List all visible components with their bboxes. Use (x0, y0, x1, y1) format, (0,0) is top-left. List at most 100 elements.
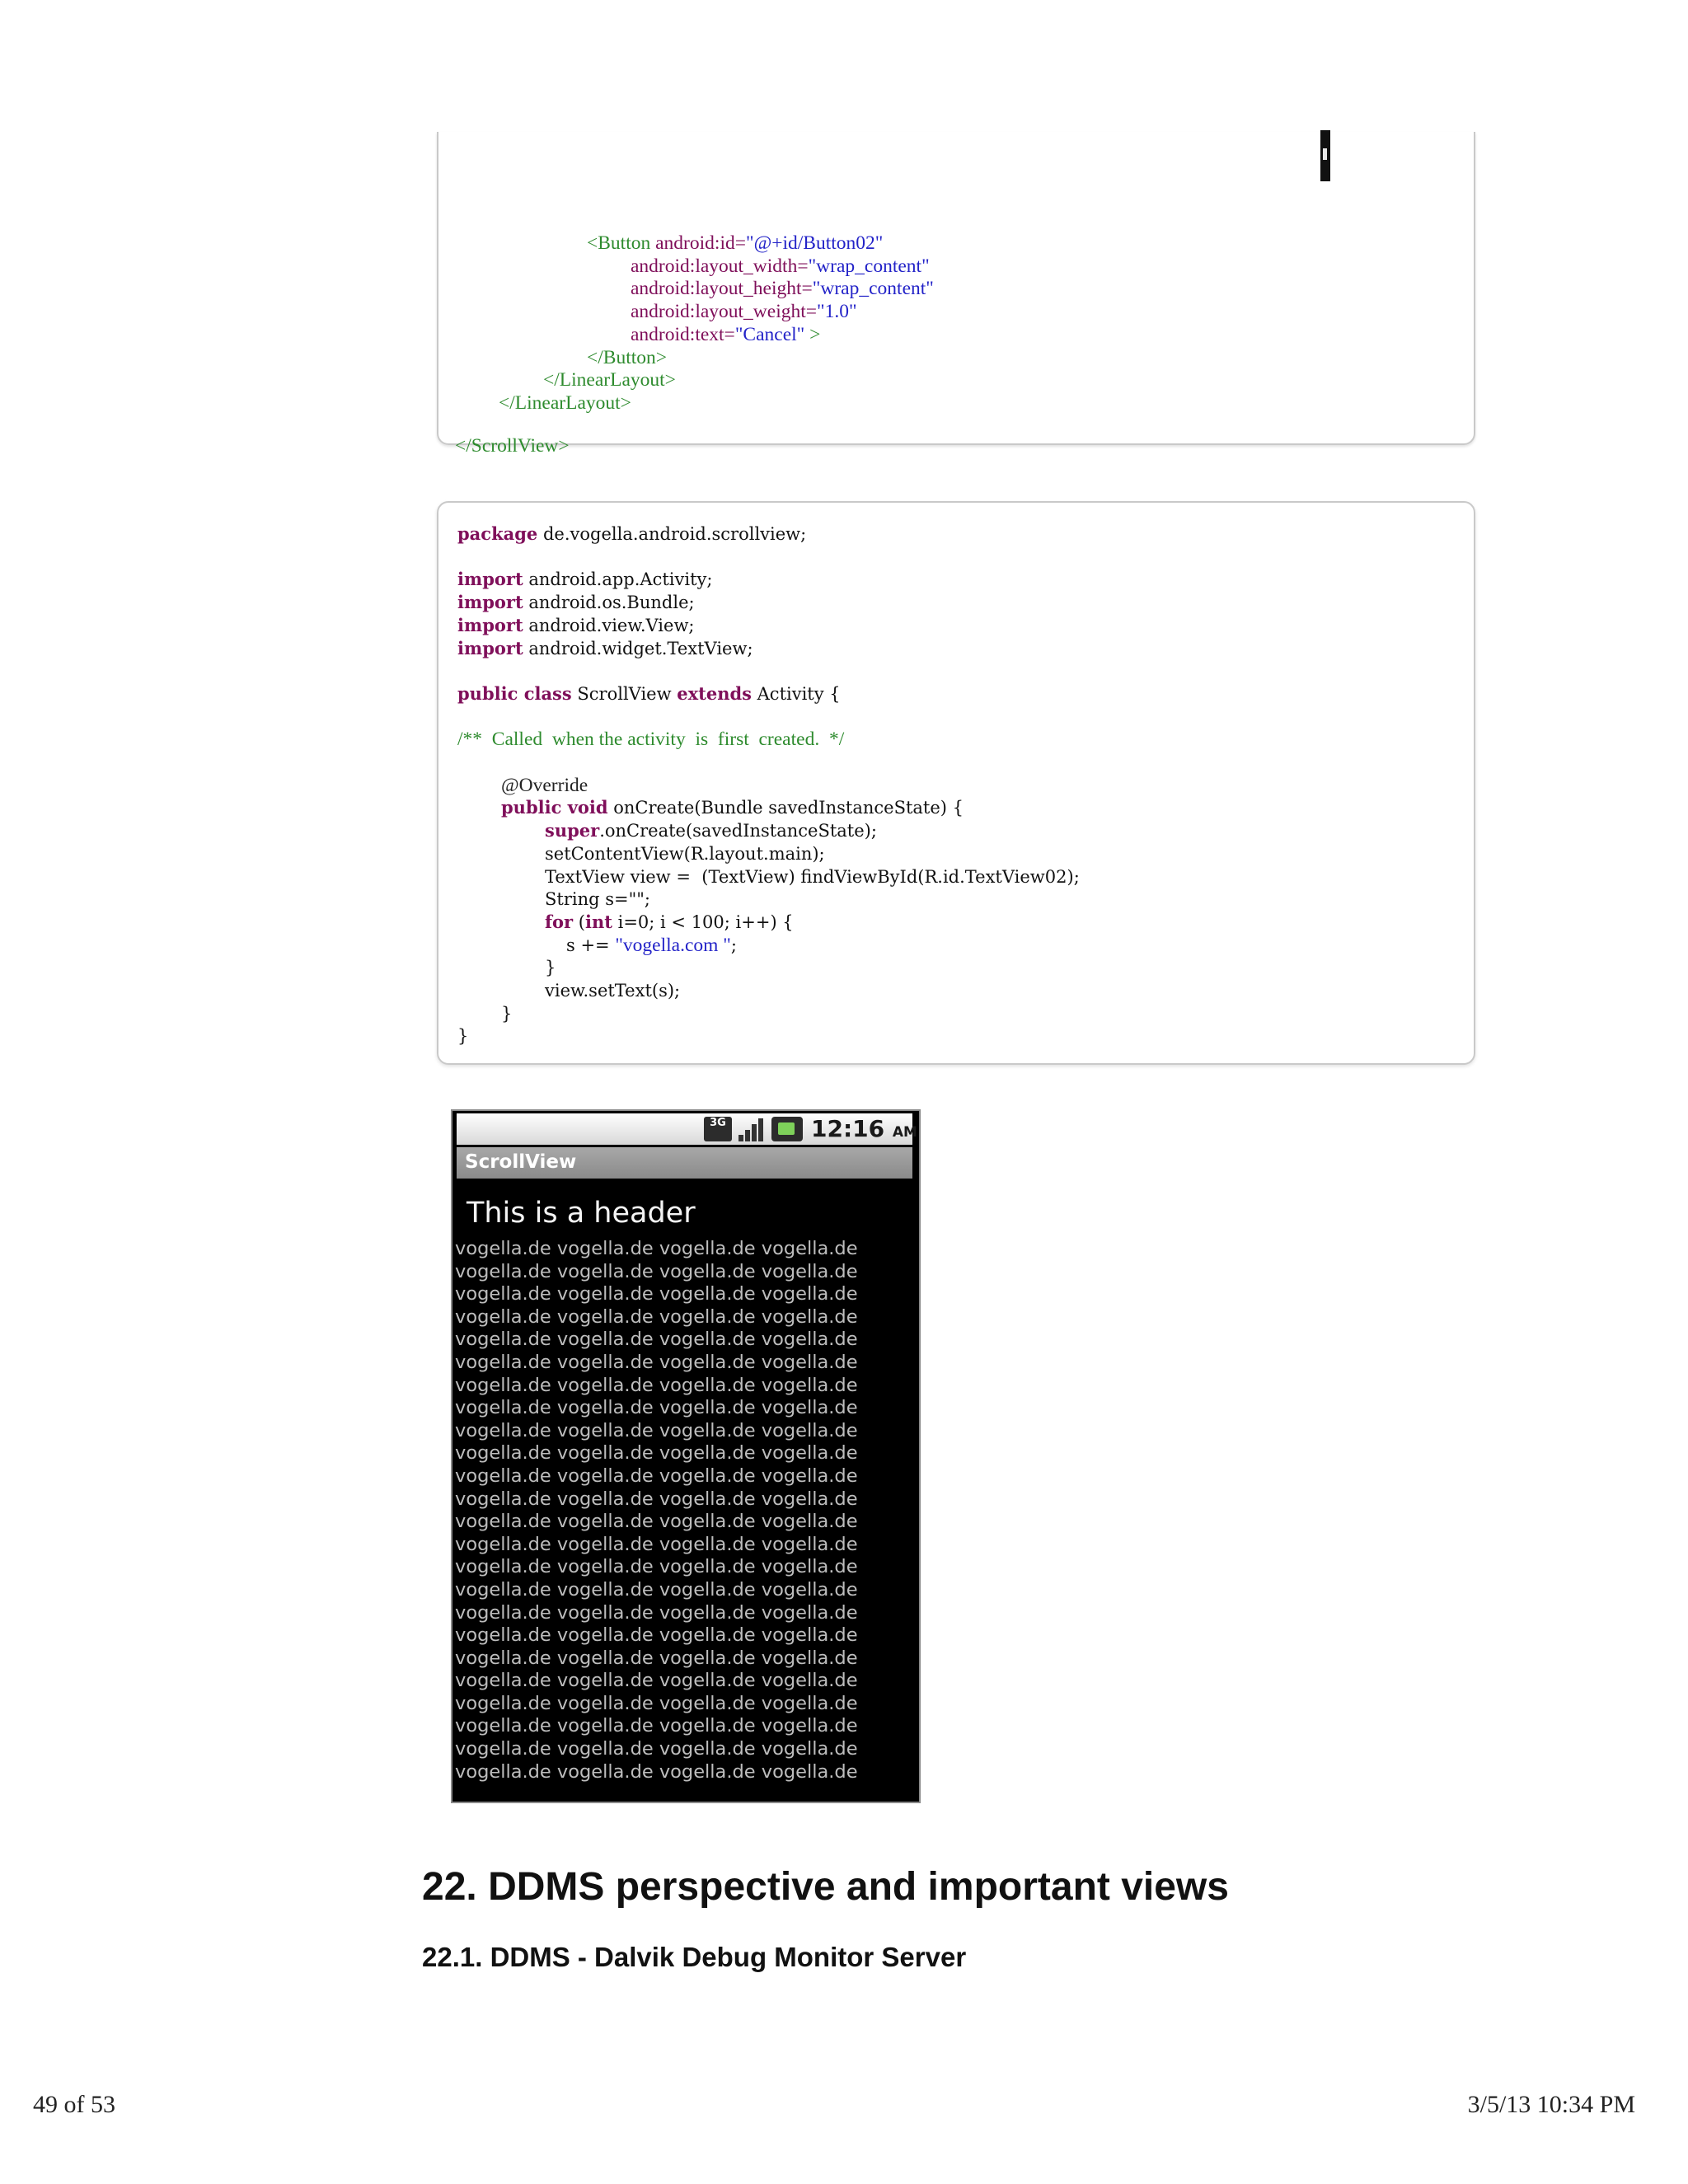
scroll-text-line: vogella.de vogella.de vogella.de vogella… (455, 1578, 858, 1601)
battery-icon (771, 1117, 803, 1141)
java-token: } (545, 958, 556, 978)
java-token: @Override (501, 774, 588, 796)
scroll-text-line: vogella.de vogella.de vogella.de vogella… (455, 1738, 858, 1760)
xml-code-line: android:layout_weight="1.0" (631, 300, 857, 323)
xml-token: "wrap_content" (808, 255, 930, 277)
xml-token: > (804, 323, 821, 345)
scroll-text-line: vogella.de vogella.de vogella.de vogella… (455, 1329, 858, 1351)
scroll-text-line: vogella.de vogella.de vogella.de vogella… (455, 1760, 858, 1783)
scroll-text-line: vogella.de vogella.de vogella.de vogella… (455, 1692, 858, 1714)
page-number: 49 of 53 (33, 2091, 115, 2118)
java-token: android.widget.TextView; (523, 638, 753, 658)
java-code-line: super.onCreate(savedInstanceState); (545, 819, 877, 842)
xml-closing-tag: </ScrollView> (455, 435, 570, 457)
xml-token: </Button> (587, 346, 668, 368)
status-time-value: 12:16 (811, 1115, 885, 1142)
java-token: ; (730, 935, 737, 955)
java-token: TextView view = (TextView) findViewById(… (545, 866, 1080, 887)
java-token: public void (501, 797, 608, 818)
java-code-line: view.setText(s); (545, 979, 680, 1002)
xml-code-line: android:layout_height="wrap_content" (631, 277, 934, 300)
xml-token: android:id= (655, 232, 746, 254)
xml-code-line: </LinearLayout> (499, 391, 631, 415)
status-bar: 3G 12:16 AM (457, 1113, 917, 1145)
java-token: extends (677, 682, 752, 704)
java-token: .onCreate(savedInstanceState); (599, 821, 877, 841)
scroll-text-line: vogella.de vogella.de vogella.de vogella… (455, 1419, 858, 1441)
java-code-line: public void onCreate(Bundle savedInstanc… (501, 796, 964, 819)
java-token: public class (457, 682, 572, 704)
xml-token: <Button (587, 232, 656, 254)
scroll-text-line: vogella.de vogella.de vogella.de vogella… (455, 1260, 858, 1282)
print-datetime: 3/5/13 10:34 PM (1467, 2091, 1635, 2118)
scroll-text-line: vogella.de vogella.de vogella.de vogella… (455, 1624, 858, 1647)
xml-code-line: </LinearLayout> (543, 368, 676, 391)
section-heading: 22. DDMS perspective and important views (422, 1865, 1229, 1909)
xml-token: "1.0" (817, 301, 857, 323)
java-token: setContentView(R.layout.main); (545, 843, 825, 864)
java-token: view.setText(s); (545, 981, 681, 1001)
signal-strength-icon (737, 1117, 765, 1141)
java-token: onCreate(Bundle savedInstanceState) { (607, 798, 964, 818)
xml-token: "Cancel" (734, 323, 805, 345)
java-token: Activity { (751, 683, 841, 704)
java-code-line: import android.view.View; (457, 614, 695, 637)
app-title-bar: ScrollView (457, 1147, 912, 1179)
java-token: import (457, 614, 523, 635)
status-time: 12:16 AM (811, 1115, 917, 1142)
java-code-line: import android.widget.TextView; (457, 637, 753, 660)
scroll-text-line: vogella.de vogella.de vogella.de vogella… (455, 1556, 858, 1578)
scroll-text-line: vogella.de vogella.de vogella.de vogella… (455, 1397, 858, 1419)
xml-token: android:layout_width= (631, 255, 809, 277)
java-code-line: s += "vogella.com "; (566, 934, 737, 957)
java-token: import (457, 569, 523, 590)
java-token: android.app.Activity; (523, 569, 713, 590)
phone-screenshot: 3G 12:16 AM ScrollView This is a header … (451, 1109, 921, 1803)
xml-token: "wrap_content" (812, 278, 934, 300)
java-token: i=0; i < 100; i++) { (612, 912, 794, 932)
scroll-text-line: vogella.de vogella.de vogella.de vogella… (455, 1488, 858, 1510)
xml-code-line: android:layout_width="wrap_content" (631, 255, 930, 278)
xml-code-line: <Button android:id="@+id/Button02" (587, 232, 883, 255)
scroll-text-line: vogella.de vogella.de vogella.de vogella… (455, 1647, 858, 1669)
scroll-text-line: vogella.de vogella.de vogella.de vogella… (455, 1351, 858, 1373)
java-token: } (501, 1003, 513, 1024)
java-token: "vogella.com " (615, 934, 731, 956)
scrollbar-thumb[interactable] (1320, 130, 1330, 181)
scroll-content[interactable]: vogella.de vogella.de vogella.de vogella… (455, 1238, 917, 1783)
java-token: import (457, 637, 523, 658)
java-token: package (457, 523, 538, 544)
scroll-text-line: vogella.de vogella.de vogella.de vogella… (455, 1465, 858, 1487)
network-3g-icon: 3G (704, 1117, 732, 1141)
subsection-heading: 22.1. DDMS - Dalvik Debug Monitor Server (422, 1942, 967, 1972)
scroll-text-line: vogella.de vogella.de vogella.de vogella… (455, 1442, 858, 1465)
java-token: int (584, 911, 612, 932)
java-token: ScrollView (571, 683, 678, 704)
header-text: This is a header (467, 1197, 696, 1230)
java-token: } (457, 1026, 469, 1047)
status-time-suffix: AM (892, 1124, 917, 1141)
scroll-text-line: vogella.de vogella.de vogella.de vogella… (455, 1601, 858, 1624)
java-code-line: TextView view = (TextView) findViewById(… (545, 865, 1080, 888)
scroll-text-line: vogella.de vogella.de vogella.de vogella… (455, 1511, 858, 1533)
java-token: s += (566, 935, 616, 955)
xml-token: </LinearLayout> (499, 391, 631, 414)
scroll-text-line: vogella.de vogella.de vogella.de vogella… (455, 1670, 858, 1692)
scroll-text-line: vogella.de vogella.de vogella.de vogella… (455, 1305, 858, 1328)
java-code-line: import android.app.Activity; (457, 568, 712, 591)
xml-token: android:layout_weight= (631, 301, 818, 323)
java-code-line: } (457, 1024, 468, 1047)
scroll-text-line: vogella.de vogella.de vogella.de vogella… (455, 1533, 858, 1555)
java-code-line: public class ScrollView extends Activity… (457, 682, 841, 705)
java-code-line: } (501, 1002, 512, 1025)
java-token: super (545, 820, 600, 841)
scroll-text-line: vogella.de vogella.de vogella.de vogella… (455, 1374, 858, 1396)
java-code-line: @Override (501, 774, 588, 797)
app-title: ScrollView (465, 1151, 577, 1173)
scroll-text-line: vogella.de vogella.de vogella.de vogella… (455, 1283, 858, 1305)
java-token: for (545, 911, 574, 932)
xml-code-line: android:text="Cancel" > (631, 323, 820, 346)
java-token: import (457, 592, 523, 613)
java-token: ( (573, 912, 585, 932)
scroll-text-line: vogella.de vogella.de vogella.de vogella… (455, 1715, 858, 1737)
